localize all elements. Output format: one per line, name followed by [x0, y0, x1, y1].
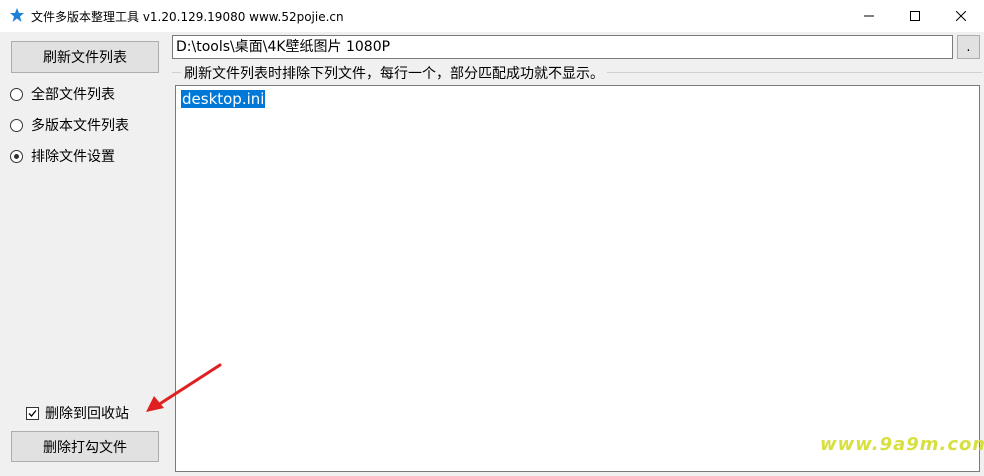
maximize-button[interactable] — [892, 0, 938, 32]
path-input[interactable]: D:\tools\桌面\4K壁纸图片 1080P — [172, 35, 953, 59]
maximize-icon — [910, 11, 920, 21]
browse-button[interactable]: . — [957, 35, 980, 59]
radio-circle[interactable] — [10, 149, 23, 163]
minimize-icon — [864, 15, 874, 17]
recycle-bin-checkbox[interactable]: 删除到回收站 — [26, 403, 129, 423]
radio-label: 排除文件设置 — [31, 149, 115, 165]
exclude-textarea[interactable]: desktop.ini — [175, 85, 980, 472]
close-icon — [956, 11, 966, 21]
radio-label: 多版本文件列表 — [31, 118, 129, 134]
watermark: www.9a9m.com — [820, 434, 984, 455]
title-bar: 文件多版本整理工具 v1.20.129.19080 www.52pojie.cn — [0, 0, 984, 32]
minimize-button[interactable] — [846, 0, 892, 32]
star-icon — [10, 8, 24, 22]
radio-multi-version[interactable]: 多版本文件列表 — [10, 115, 129, 135]
window-title: 文件多版本整理工具 v1.20.129.19080 www.52pojie.cn — [31, 10, 344, 24]
exclude-line: desktop.ini — [181, 90, 266, 108]
exclude-group-label: 刷新文件列表时排除下列文件，每行一个，部分匹配成功就不显示。 — [181, 63, 607, 83]
radio-all-files[interactable]: 全部文件列表 — [10, 84, 115, 104]
radio-exclude-settings[interactable]: 排除文件设置 — [10, 146, 115, 166]
close-button[interactable] — [938, 0, 984, 32]
refresh-file-list-button[interactable]: 刷新文件列表 — [11, 41, 159, 73]
check-icon — [28, 409, 37, 417]
radio-label: 全部文件列表 — [31, 87, 115, 103]
checkbox-box[interactable] — [26, 406, 39, 420]
annotation-arrow-icon — [146, 363, 222, 412]
checkbox-label: 删除到回收站 — [45, 406, 129, 422]
delete-checked-files-button[interactable]: 删除打勾文件 — [11, 431, 159, 462]
radio-circle[interactable] — [10, 118, 23, 132]
radio-circle[interactable] — [10, 87, 23, 101]
